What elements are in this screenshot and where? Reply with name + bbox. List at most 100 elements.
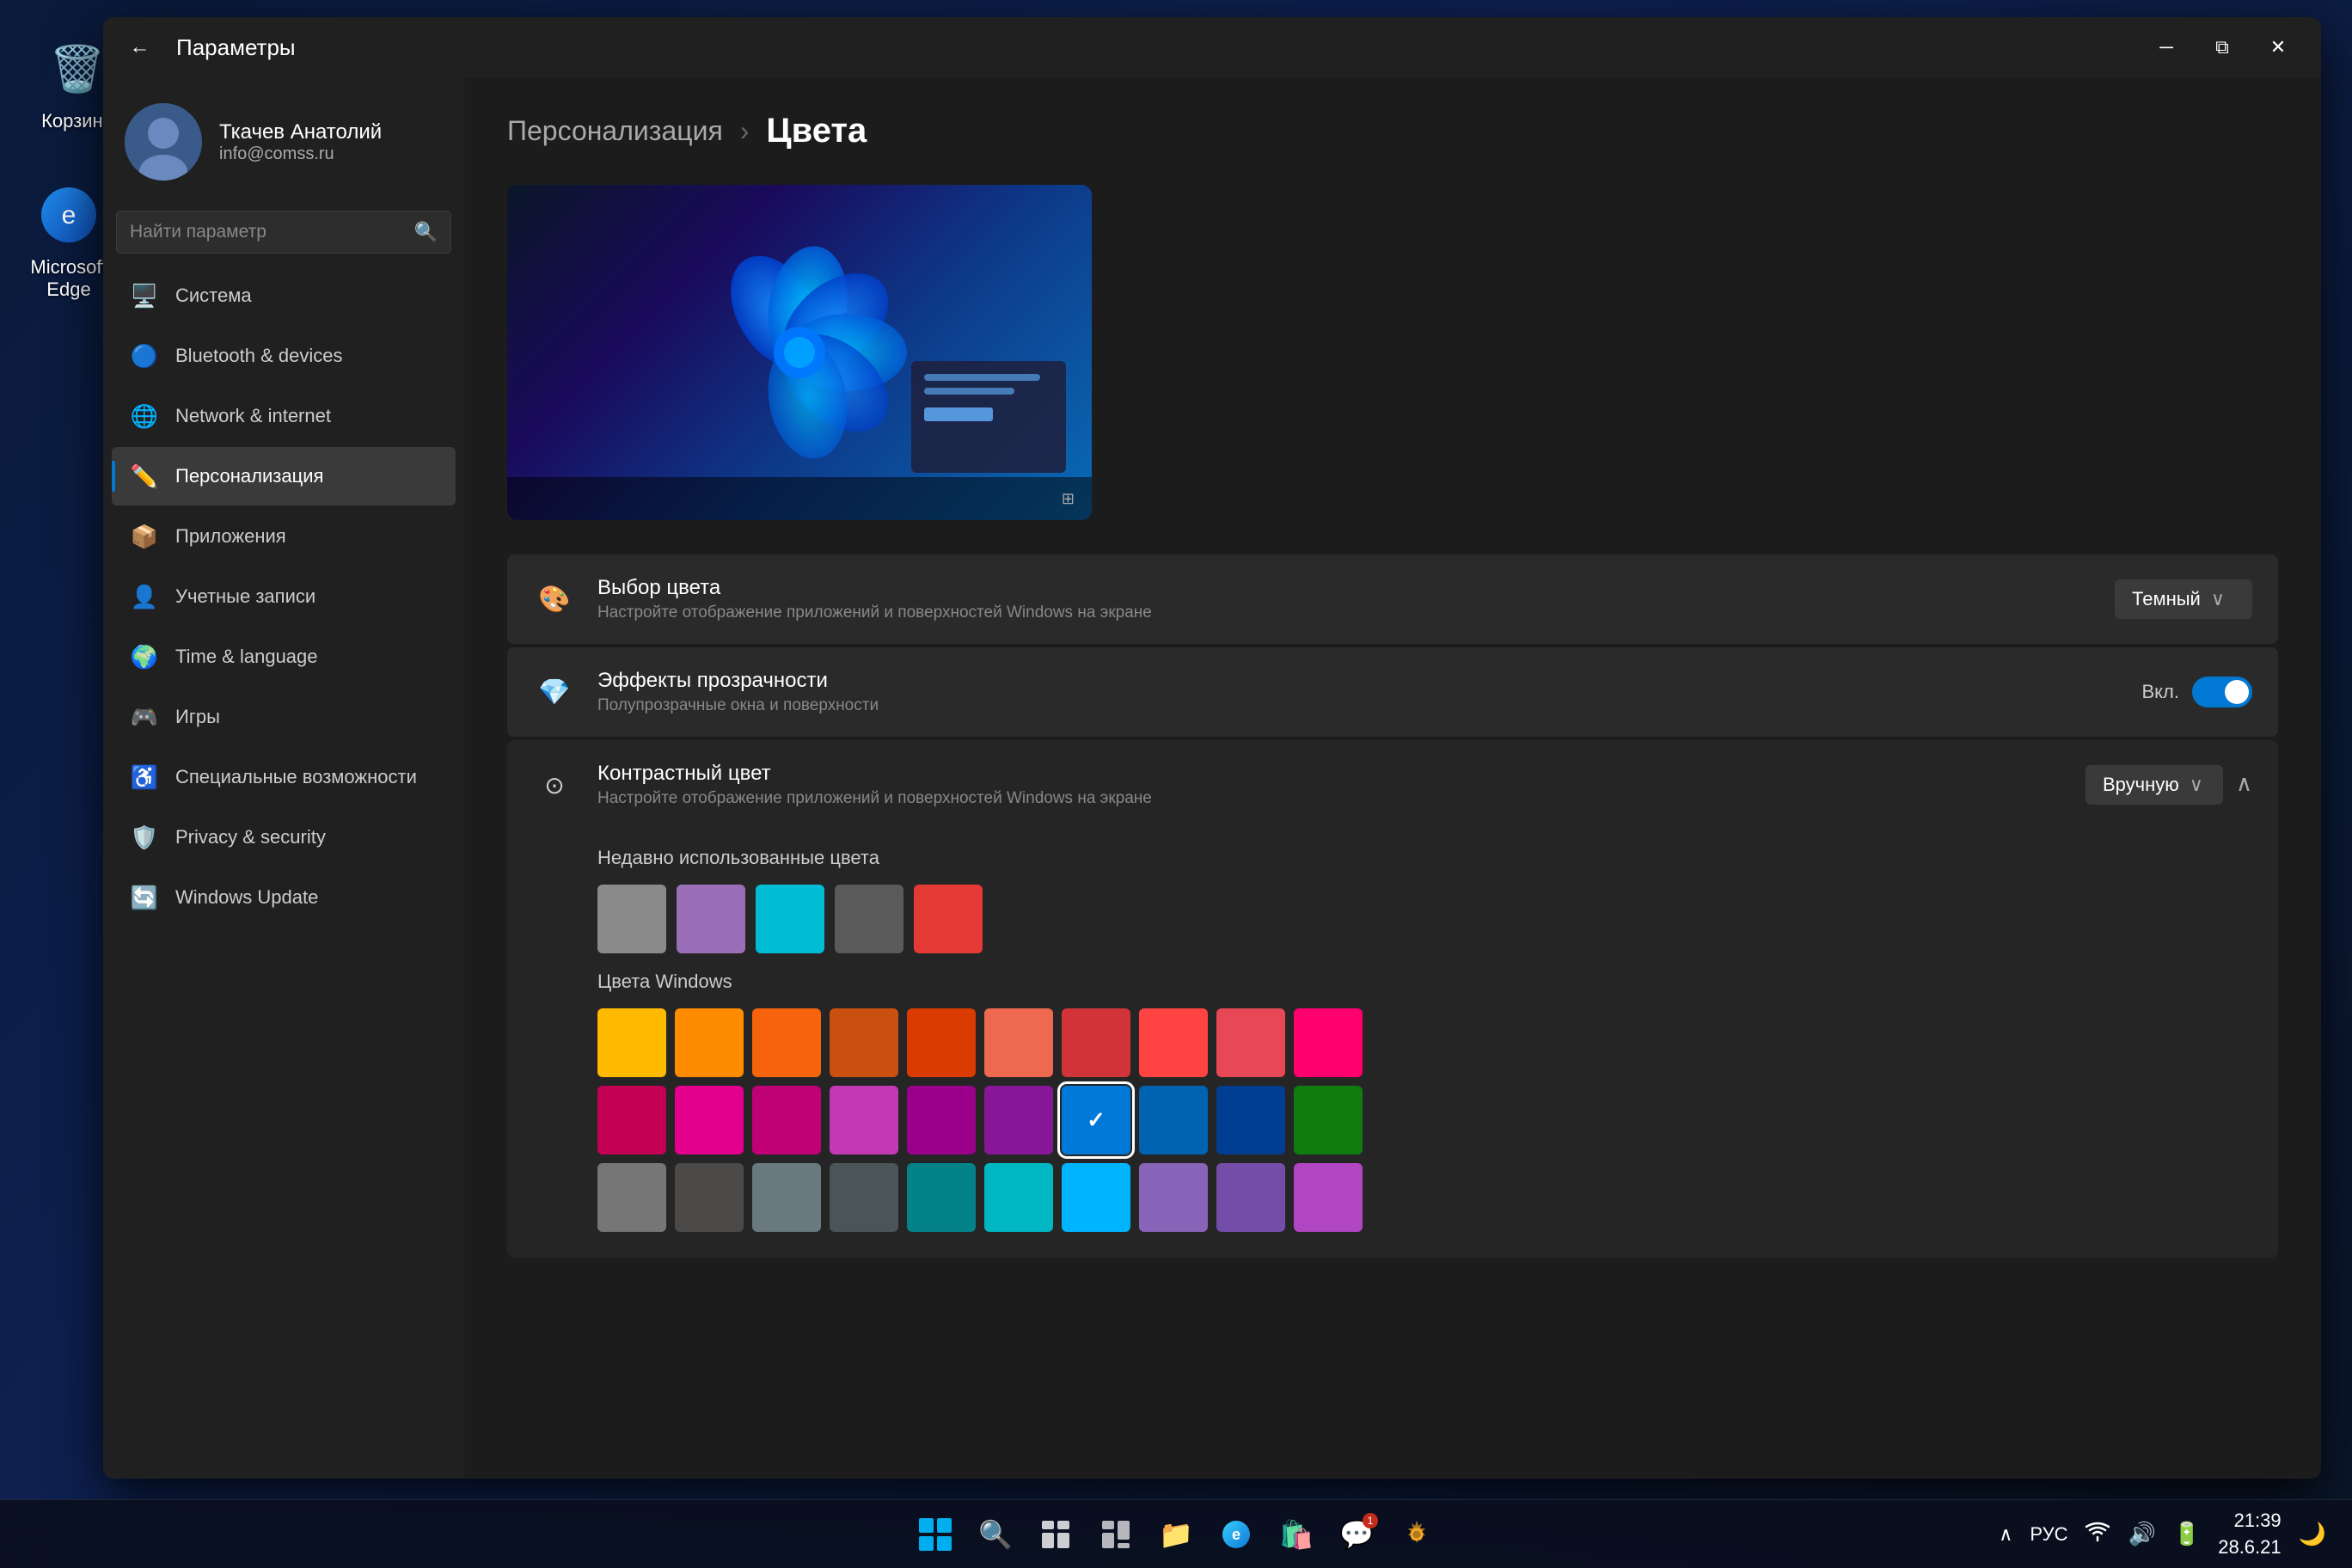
win-color-0-5[interactable] (984, 1008, 1053, 1077)
edge-label: Microsoft Edge (26, 256, 112, 301)
sidebar-item-bluetooth[interactable]: 🔵Bluetooth & devices (112, 327, 456, 385)
taskbar-store-icon[interactable]: 🛍️ (1271, 1509, 1322, 1560)
breadcrumb-parent[interactable]: Персонализация (507, 115, 723, 147)
taskbar-edge-icon[interactable]: e (1210, 1509, 1262, 1560)
clock-date: 28.6.21 (2218, 1534, 2281, 1561)
show-hidden-icon[interactable]: ∧ (1999, 1523, 2012, 1546)
taskbar-teams-icon[interactable]: 💬 1 (1331, 1509, 1382, 1560)
win-color-1-5[interactable] (984, 1086, 1053, 1155)
time-nav-icon: 🌍 (129, 641, 160, 672)
taskbar-widgets-icon[interactable] (1090, 1509, 1142, 1560)
win-color-1-2[interactable] (752, 1086, 821, 1155)
sidebar-item-system[interactable]: 🖥️ Система (112, 266, 456, 325)
window-controls: ─ ⧉ ✕ (2141, 26, 2304, 69)
sidebar-item-label-system: Система (175, 285, 252, 307)
win-color-2-1[interactable] (675, 1163, 744, 1232)
sidebar-item-apps[interactable]: 📦Приложения (112, 507, 456, 566)
taskbar-settings-icon[interactable] (1391, 1509, 1442, 1560)
win-color-2-2[interactable] (752, 1163, 821, 1232)
color-choice-row[interactable]: 🎨 Выбор цвета Настройте отображение прил… (507, 554, 2278, 644)
breadcrumb: Персонализация › Цвета (507, 112, 2278, 150)
sidebar-item-network[interactable]: 🌐Network & internet (112, 387, 456, 445)
win-color-1-7[interactable] (1139, 1086, 1208, 1155)
minimize-button[interactable]: ─ (2141, 26, 2192, 69)
system-nav-icon: 🖥️ (129, 280, 160, 311)
expand-collapse-icon[interactable]: ∨ (2236, 772, 2252, 799)
gaming-nav-icon: 🎮 (129, 701, 160, 732)
recent-swatch-4[interactable] (914, 885, 983, 953)
transparency-toggle[interactable] (2192, 677, 2252, 707)
taskbar-center: 🔍 📁 e 🛍️ 💬 1 (910, 1509, 1442, 1560)
search-box[interactable]: 🔍 (116, 211, 451, 254)
taskbar-start-icon[interactable] (910, 1509, 961, 1560)
taskbar-files-icon[interactable]: 📁 (1150, 1509, 1202, 1560)
settings-window: ← Параметры ─ ⧉ ✕ (103, 17, 2321, 1479)
win-color-0-9[interactable] (1294, 1008, 1363, 1077)
sidebar-item-accounts[interactable]: 👤Учетные записи (112, 567, 456, 626)
recent-swatch-1[interactable] (677, 885, 745, 953)
close-button[interactable]: ✕ (2252, 26, 2304, 69)
win-color-2-0[interactable] (597, 1163, 666, 1232)
notification-center-icon[interactable]: 🌙 (2299, 1521, 2326, 1547)
win-color-0-1[interactable] (675, 1008, 744, 1077)
win-color-0-4[interactable] (907, 1008, 976, 1077)
win-color-1-8[interactable] (1216, 1086, 1285, 1155)
contrast-dropdown[interactable]: Вручную ∨ (2086, 765, 2223, 805)
sidebar-item-label-accounts: Учетные записи (175, 585, 315, 608)
sidebar-item-time[interactable]: 🌍Time & language (112, 628, 456, 686)
search-input[interactable] (130, 222, 414, 242)
contrast-header[interactable]: ⊙ Контрастный цвет Настройте отображение… (507, 740, 2278, 830)
win-color-0-2[interactable] (752, 1008, 821, 1077)
win-color-1-1[interactable] (675, 1086, 744, 1155)
taskbar-taskview-icon[interactable] (1030, 1509, 1081, 1560)
win-color-2-5[interactable] (984, 1163, 1053, 1232)
accessibility-nav-icon: ♿ (129, 762, 160, 793)
battery-icon[interactable]: 🔋 (2173, 1521, 2201, 1547)
volume-icon[interactable]: 🔊 (2128, 1521, 2155, 1547)
recent-swatch-0[interactable] (597, 885, 666, 953)
win-color-0-6[interactable] (1062, 1008, 1130, 1077)
sidebar-item-gaming[interactable]: 🎮Игры (112, 688, 456, 746)
win-color-1-9[interactable] (1294, 1086, 1363, 1155)
win-color-1-6[interactable]: ✓ (1062, 1086, 1130, 1155)
win11-flower-icon (688, 241, 911, 464)
wifi-icon[interactable] (2085, 1518, 2110, 1550)
win-color-2-8[interactable] (1216, 1163, 1285, 1232)
transparency-control: Вкл. (2142, 677, 2253, 707)
taskbar: 🔍 📁 e 🛍️ 💬 1 ∧ РУС (0, 1499, 2352, 1568)
recent-swatch-2[interactable] (756, 885, 824, 953)
sidebar-item-personalization[interactable]: ✏️Персонализация (112, 447, 456, 505)
active-indicator (112, 461, 115, 492)
network-nav-icon: 🌐 (129, 401, 160, 432)
user-profile[interactable]: Ткачев Анатолий info@comss.ru (112, 86, 456, 206)
win-color-2-3[interactable] (830, 1163, 898, 1232)
win-color-0-3[interactable] (830, 1008, 898, 1077)
sidebar-item-update[interactable]: 🔄Windows Update (112, 868, 456, 927)
avatar (125, 103, 202, 181)
transparency-row[interactable]: 💎 Эффекты прозрачности Полупрозрачные ок… (507, 647, 2278, 737)
win-color-2-7[interactable] (1139, 1163, 1208, 1232)
back-button[interactable]: ← (120, 28, 159, 67)
chevron-down-icon: ∨ (2211, 588, 2225, 610)
sidebar-item-privacy[interactable]: 🛡️Privacy & security (112, 808, 456, 867)
win-color-2-6[interactable] (1062, 1163, 1130, 1232)
win-color-0-7[interactable] (1139, 1008, 1208, 1077)
taskbar-clock[interactable]: 21:39 28.6.21 (2218, 1508, 2281, 1561)
win-color-0-8[interactable] (1216, 1008, 1285, 1077)
taskbar-search-icon[interactable]: 🔍 (970, 1509, 1021, 1560)
win-color-1-3[interactable] (830, 1086, 898, 1155)
win-color-2-9[interactable] (1294, 1163, 1363, 1232)
taskbar-right: ∧ РУС 🔊 🔋 21:39 28.6.21 🌙 (1999, 1508, 2326, 1561)
win-color-1-0[interactable] (597, 1086, 666, 1155)
notification-badge: 1 (1363, 1513, 1378, 1528)
maximize-button[interactable]: ⧉ (2196, 26, 2248, 69)
contrast-text: Контрастный цвет Настройте отображение п… (597, 762, 2064, 808)
win-color-0-0[interactable] (597, 1008, 666, 1077)
color-choice-dropdown[interactable]: Темный ∨ (2115, 579, 2252, 619)
win-color-1-4[interactable] (907, 1086, 976, 1155)
recent-swatch-3[interactable] (835, 885, 903, 953)
sidebar-item-accessibility[interactable]: ♿Специальные возможности (112, 748, 456, 806)
win-color-2-4[interactable] (907, 1163, 976, 1232)
lang-indicator[interactable]: РУС (2030, 1523, 2067, 1546)
sidebar-item-label-bluetooth: Bluetooth & devices (175, 345, 342, 367)
